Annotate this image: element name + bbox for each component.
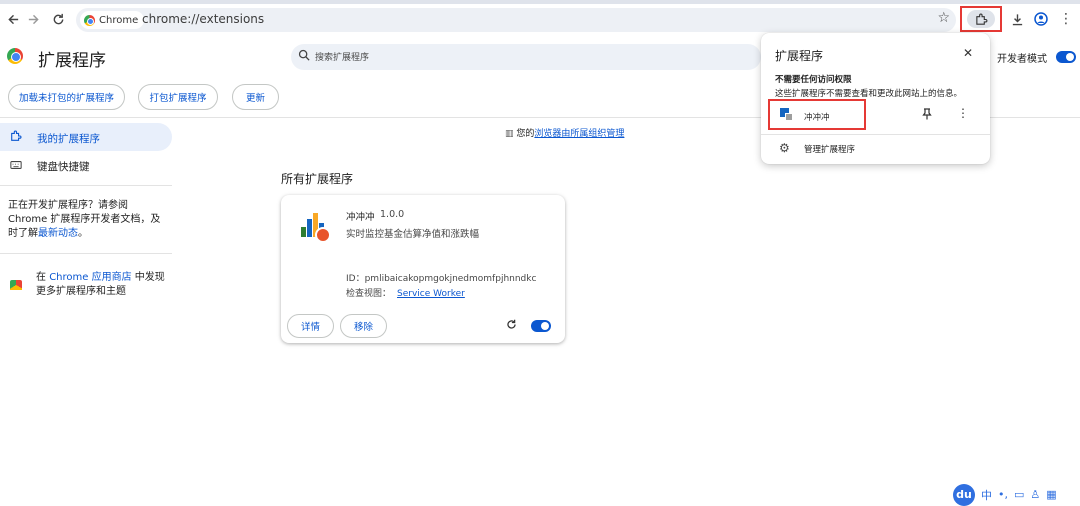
sidebar-item-shortcuts[interactable]: 键盘快捷键 [37, 159, 90, 174]
chrome-logo-icon [84, 14, 95, 26]
puzzle-icon [10, 130, 22, 145]
profile-icon[interactable] [1030, 8, 1052, 30]
popup-more-icon[interactable]: ⋮ [957, 106, 969, 120]
back-icon[interactable] [2, 8, 24, 30]
building-icon: ▥ [505, 129, 514, 139]
web-store-icon [10, 280, 22, 290]
gear-icon: ⚙ [779, 141, 790, 155]
reload-extension-icon[interactable] [506, 319, 517, 333]
popup-extension-name[interactable]: 冲冲冲 [804, 111, 830, 123]
dev-mode-toggle[interactable] [1056, 51, 1076, 63]
download-icon[interactable] [1006, 8, 1028, 30]
more-vert-icon[interactable]: ⋮ [1055, 8, 1077, 30]
extension-name: 冲冲冲 [346, 212, 375, 223]
site-chip[interactable]: Chrome [80, 11, 145, 29]
search-icon [298, 49, 310, 61]
reload-icon[interactable] [47, 8, 69, 30]
screen-icon[interactable]: ▭ [1014, 488, 1024, 501]
extension-card: 冲冲冲 1.0.0 实时监控基金估算净值和涨跌幅 ID：pmlibaicakop… [281, 195, 565, 343]
dev-note: 正在开发扩展程序？请参阅 Chrome 扩展程序开发者文档，及时了解最新动态。 [8, 199, 168, 241]
extensions-puzzle-icon[interactable] [967, 10, 995, 28]
latest-news-link[interactable]: 最新动态 [38, 228, 78, 239]
inspect-label: 检查视图： [346, 289, 392, 299]
extension-version: 1.0.0 [380, 209, 405, 220]
user-icon[interactable]: ♙ [1030, 488, 1040, 501]
browser-toolbar: Chrome chrome://extensions ☆ ⋮ [0, 4, 1080, 34]
details-button[interactable]: 详情 [287, 314, 334, 338]
service-worker-link[interactable]: Service Worker [397, 289, 465, 299]
popup-divider [761, 134, 990, 135]
punct-icon[interactable]: •, [998, 488, 1008, 501]
url-text[interactable]: chrome://extensions [142, 12, 264, 26]
load-unpacked-button[interactable]: 加载未打包的扩展程序 [8, 84, 125, 110]
extension-id: ID：pmlibaicakopmgokjnedmomfpjhnndkc [346, 274, 537, 284]
search-input[interactable]: 搜索扩展程序 [291, 44, 761, 70]
sidebar-item-my-extensions[interactable]: 我的扩展程序 [37, 131, 100, 146]
chrome-logo-icon [7, 48, 23, 64]
sidebar-divider-2 [0, 253, 172, 254]
popup-heading: 不需要任何访问权限 [775, 75, 852, 85]
section-title: 所有扩展程序 [281, 172, 354, 186]
extension-enable-toggle[interactable] [531, 320, 551, 332]
popup-title: 扩展程序 [775, 49, 824, 63]
extensions-popup: 扩展程序 ✕ 不需要任何访问权限 这些扩展程序不需要查看和更改此网站上的信息。 … [761, 33, 990, 164]
sidebar-divider [0, 185, 172, 186]
forward-icon[interactable] [22, 8, 44, 30]
store-note: 在 Chrome 应用商店 中发现更多扩展程序和主题 [36, 271, 166, 299]
pack-extension-button[interactable]: 打包扩展程序 [138, 84, 218, 110]
pin-icon[interactable] [922, 108, 932, 123]
ime-logo[interactable]: du [953, 483, 975, 506]
popup-subtext: 这些扩展程序不需要查看和更改此网站上的信息。 [775, 89, 963, 99]
store-note-prefix: 在 [36, 272, 50, 283]
extension-description: 实时监控基金估算净值和涨跌幅 [346, 229, 480, 240]
ime-toolbar: du 中 •, ▭ ♙ ▦ [953, 483, 1080, 506]
bookmark-star-icon[interactable]: ☆ [937, 10, 950, 26]
grid-icon[interactable]: ▦ [1046, 488, 1056, 501]
remove-button[interactable]: 移除 [340, 314, 387, 338]
extension-icon [780, 108, 793, 121]
extension-badge-icon [315, 227, 331, 243]
site-chip-label: Chrome [99, 14, 139, 26]
update-button[interactable]: 更新 [232, 84, 279, 110]
managed-notice: ▥ 您的浏览器由所属组织管理 [505, 126, 624, 139]
search-placeholder: 搜索扩展程序 [315, 53, 370, 63]
inspect-views: 检查视图： Service Worker [346, 286, 465, 299]
web-store-link[interactable]: Chrome 应用商店 [49, 272, 131, 283]
manage-extensions-link[interactable]: 管理扩展程序 [804, 143, 855, 155]
extensions-button-highlight[interactable] [960, 6, 1002, 32]
dev-mode-label: 开发者模式 [997, 54, 1047, 65]
close-icon[interactable]: ✕ [963, 46, 973, 60]
address-bar[interactable]: Chrome chrome://extensions ☆ [76, 8, 956, 32]
keyboard-icon [10, 159, 22, 173]
dev-note-suffix: 。 [78, 228, 88, 239]
managed-link[interactable]: 浏览器由所属组织管理 [534, 129, 624, 139]
managed-prefix: 您的 [516, 129, 535, 139]
page-title: 扩展程序 [38, 51, 106, 71]
ime-lang-toggle[interactable]: 中 [981, 487, 992, 503]
